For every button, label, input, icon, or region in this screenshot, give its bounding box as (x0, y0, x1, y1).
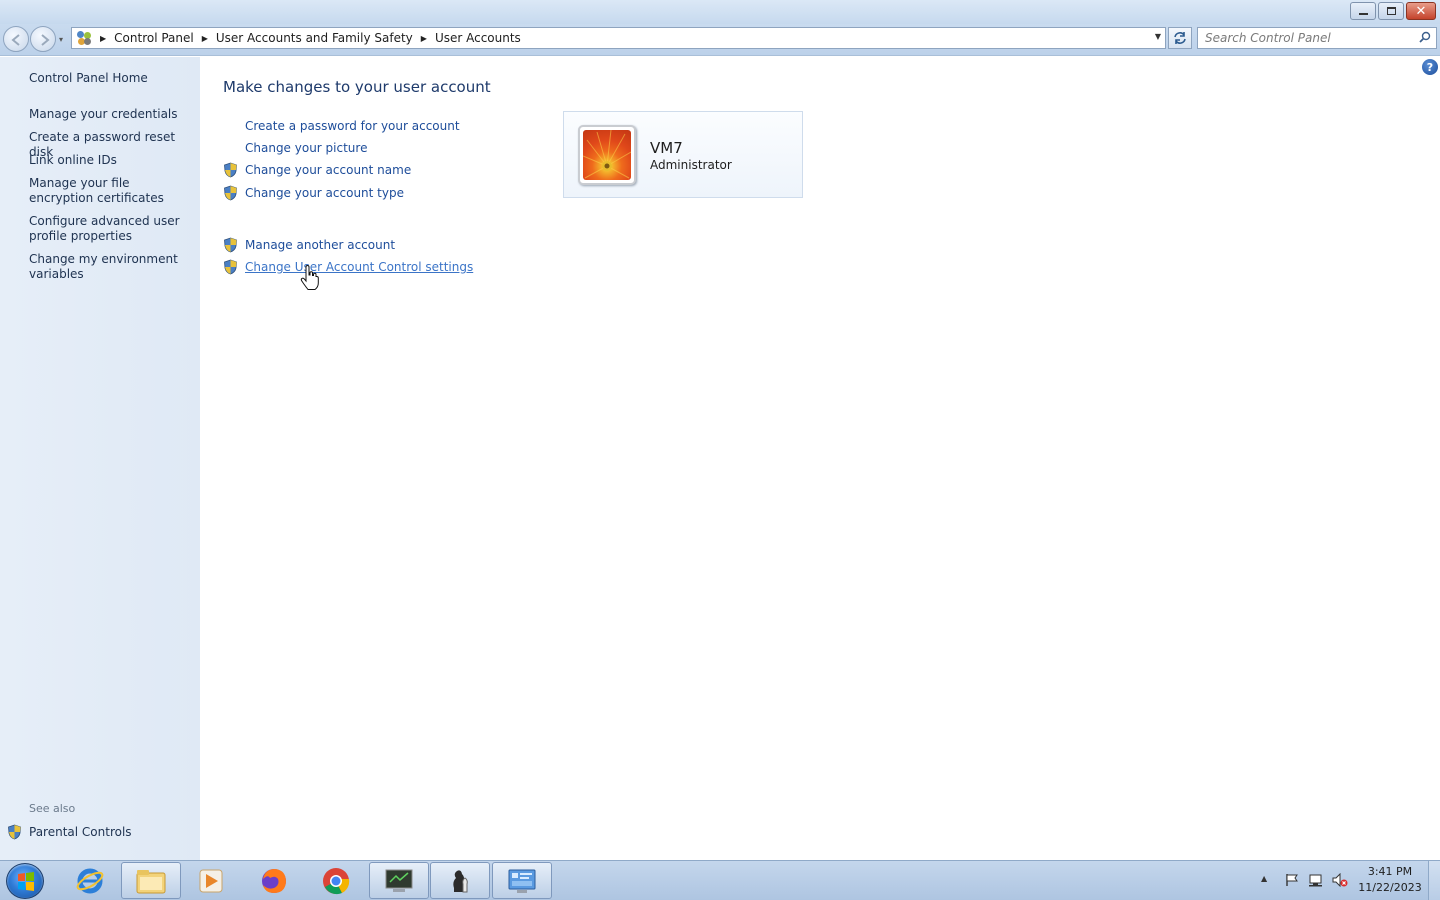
clock-date: 11/22/2023 (1358, 881, 1422, 894)
task-create-password[interactable]: Create a password for your account (223, 117, 460, 135)
window-title-bar: ✕ (0, 0, 1440, 24)
account-role: Administrator (650, 158, 732, 172)
account-picture[interactable] (578, 125, 636, 185)
sidebar-link-online-ids[interactable]: Link online IDs (29, 153, 194, 168)
network-icon[interactable] (1308, 873, 1324, 887)
breadcrumb-control-panel[interactable]: Control Panel (114, 31, 194, 45)
hand-cursor-icon (300, 265, 319, 290)
close-button[interactable]: ✕ (1406, 2, 1436, 20)
restore-icon (1386, 7, 1396, 15)
taskbar-chess[interactable] (430, 862, 490, 899)
uac-shield-icon (224, 162, 237, 178)
address-history-dropdown[interactable]: ▼ (1155, 32, 1161, 41)
breadcrumb-separator-icon[interactable]: ▶ (421, 34, 427, 43)
task-link-label[interactable]: Create a password for your account (245, 119, 460, 133)
back-button[interactable] (3, 26, 29, 52)
task-link-label[interactable]: Change your picture (245, 141, 367, 155)
see-also-heading: See also (29, 802, 76, 815)
back-arrow-icon (11, 34, 20, 46)
system-clock[interactable]: 3:41 PM 11/22/2023 (1352, 864, 1428, 896)
task-change-uac-settings[interactable]: Change User Account Control settings (223, 258, 473, 276)
uac-shield-icon (224, 185, 237, 201)
action-center-flag-icon[interactable] (1284, 873, 1300, 887)
firefox-icon (262, 868, 286, 893)
task-change-picture[interactable]: Change your picture (223, 139, 367, 157)
volume-muted-icon[interactable] (1332, 873, 1348, 887)
uac-shield-icon (8, 824, 21, 840)
sidebar-control-panel-home[interactable]: Control Panel Home (29, 71, 194, 86)
search-box[interactable] (1197, 27, 1437, 49)
taskbar-control-panel[interactable] (492, 862, 552, 899)
window-controls: ✕ (1350, 2, 1436, 20)
parental-controls-label[interactable]: Parental Controls (29, 825, 132, 839)
breadcrumb-user-accounts[interactable]: User Accounts (435, 31, 521, 45)
file-explorer-icon (136, 869, 166, 893)
minimize-button[interactable] (1350, 2, 1376, 20)
search-input[interactable] (1198, 29, 1408, 47)
search-icon[interactable] (1419, 31, 1431, 43)
address-bar[interactable]: ▶ Control Panel ▶ User Accounts and Fami… (71, 27, 1166, 49)
task-link-label[interactable]: Manage another account (245, 238, 395, 252)
task-link-label[interactable]: Change User Account Control settings (245, 260, 473, 274)
task-change-account-type[interactable]: Change your account type (223, 184, 404, 202)
windows-logo-icon (18, 872, 34, 891)
control-panel-icon (508, 869, 536, 893)
taskbar-internet-explorer[interactable] (60, 862, 120, 899)
forward-button[interactable] (30, 26, 56, 52)
clock-time: 3:41 PM (1367, 865, 1413, 878)
terminal-icon (385, 869, 413, 892)
account-card: VM7 Administrator (563, 111, 803, 198)
refresh-button[interactable] (1168, 27, 1192, 49)
sidebar-manage-file-encryption-certificates[interactable]: Manage your file encryption certificates (29, 176, 194, 206)
taskbar-media-player[interactable] (181, 862, 241, 899)
navigation-bar: ▾ ▶ Control Panel ▶ User Accounts and Fa… (0, 24, 1440, 56)
taskbar-terminal[interactable] (369, 862, 429, 899)
flower-picture-icon (583, 130, 631, 180)
uac-shield-icon (224, 259, 237, 275)
uac-shield-icon (224, 237, 237, 253)
taskbar (0, 860, 1440, 900)
start-button[interactable] (6, 863, 44, 899)
task-link-label[interactable]: Change your account type (245, 186, 404, 200)
close-icon: ✕ (1415, 3, 1427, 19)
task-change-account-name[interactable]: Change your account name (223, 161, 411, 179)
breadcrumb-user-accounts-family-safety[interactable]: User Accounts and Family Safety (216, 31, 413, 45)
task-sidebar: Control Panel Home Manage your credentia… (0, 57, 200, 860)
taskbar-chrome[interactable] (306, 862, 366, 899)
help-icon[interactable]: ? (1422, 59, 1438, 75)
recent-pages-dropdown[interactable]: ▾ (59, 35, 63, 44)
show-hidden-icons-button[interactable]: ▲ (1261, 874, 1267, 883)
task-manage-another-account[interactable]: Manage another account (223, 236, 395, 254)
taskbar-windows-explorer[interactable] (121, 862, 181, 899)
taskbar-firefox[interactable] (244, 862, 304, 899)
task-link-label[interactable]: Change your account name (245, 163, 411, 177)
page-title: Make changes to your user account (223, 78, 491, 96)
sidebar-configure-advanced-profile-properties[interactable]: Configure advanced user profile properti… (29, 214, 194, 244)
control-panel-icon (76, 30, 92, 46)
restore-button[interactable] (1378, 2, 1404, 20)
chrome-icon (323, 867, 350, 894)
sidebar-change-environment-variables[interactable]: Change my environment variables (29, 252, 194, 282)
breadcrumb-separator-icon[interactable]: ▶ (100, 34, 106, 43)
forward-arrow-icon (41, 34, 50, 46)
refresh-icon (1174, 32, 1186, 44)
internet-explorer-icon (76, 868, 104, 893)
chess-icon (453, 869, 468, 892)
media-player-icon (199, 869, 223, 892)
breadcrumb-separator-icon[interactable]: ▶ (202, 34, 208, 43)
sidebar-manage-credentials[interactable]: Manage your credentials (29, 107, 194, 122)
account-name: VM7 (650, 139, 683, 157)
sidebar-parental-controls[interactable]: Parental Controls (7, 824, 132, 840)
show-desktop-button[interactable] (1428, 861, 1440, 900)
minimize-icon (1358, 13, 1368, 15)
